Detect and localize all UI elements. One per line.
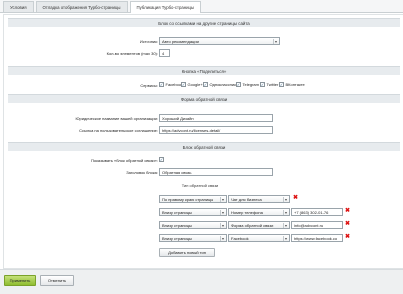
feedback-row-4-type[interactable]: Facebook ▼: [228, 234, 290, 242]
section-header-share: Кнопка «Поделиться»: [8, 66, 400, 75]
chevron-down-icon: ▼: [283, 236, 288, 241]
show-block-label: Показывать «блок обратной связи»:: [90, 158, 158, 163]
section-header-links: Блок со ссылками на другие страницы сайт…: [8, 18, 400, 27]
delete-row-2-icon[interactable]: ✖: [345, 208, 350, 214]
block-header-label: Заголовок блока:: [126, 170, 158, 175]
chevron-down-icon: ▼: [283, 197, 288, 202]
share-item-vk[interactable]: ✓ ВКонтакте: [279, 82, 305, 87]
count-label: Кол-во элементов (max 30):: [106, 51, 158, 56]
org-name-label: Юридическое название вашей организации:: [75, 116, 158, 121]
section-header-feedback-form: Форма обратной связи: [8, 94, 400, 103]
apply-button[interactable]: Применить: [4, 275, 36, 286]
chevron-down-icon: ▼: [220, 210, 225, 215]
share-services-label: Сервисы:: [140, 83, 158, 88]
tab-debug-turbo[interactable]: Отладка отображения Турбо-страницы: [35, 1, 128, 12]
chevron-down-icon: ▼: [283, 223, 288, 228]
source-select-value: Авто рекомендации: [162, 38, 199, 44]
source-select[interactable]: Авто рекомендации ▼: [159, 37, 280, 45]
feedback-row-3-position[interactable]: Внизу страницы ▼: [159, 221, 227, 229]
feedback-row-2-type[interactable]: Номер телефона ▼: [228, 208, 290, 216]
add-feedback-type-button[interactable]: Добавить новый тип: [159, 248, 215, 257]
chevron-down-icon: ▼: [220, 197, 225, 202]
agreement-label: Ссылка на пользовательское соглашение:: [79, 128, 158, 133]
delete-row-3-icon[interactable]: ✖: [345, 221, 350, 227]
checkbox[interactable]: ✓: [279, 82, 284, 87]
tab-conditions[interactable]: Условия: [3, 1, 34, 12]
checkbox[interactable]: ✓: [236, 82, 241, 87]
share-item-twitter[interactable]: ✓ Twitter: [260, 82, 278, 87]
cancel-button[interactable]: Отменить: [40, 275, 74, 286]
chevron-down-icon: ▼: [273, 39, 278, 44]
settings-panel: Блок со ссылками на другие страницы сайт…: [3, 14, 403, 269]
source-label: Источник:: [139, 39, 158, 44]
section-header-feedback-block: Блок обратной связи: [8, 142, 400, 151]
feedback-row-1-position[interactable]: По правому краю страницы ▼: [159, 195, 227, 203]
count-input[interactable]: 4: [159, 49, 170, 57]
share-item-ok[interactable]: ✓ Одноклассники: [203, 82, 238, 87]
delete-row-1-icon[interactable]: ✖: [293, 195, 298, 201]
tab-publish-turbo[interactable]: Публикация Турбо-страницы: [129, 1, 202, 13]
chevron-down-icon: ▼: [283, 210, 288, 215]
feedback-row-4-value[interactable]: https://www.facebook.co: [291, 234, 343, 242]
checkbox[interactable]: ✓: [203, 82, 208, 87]
show-block-checkbox[interactable]: ✓: [159, 157, 164, 162]
feedback-row-4-position[interactable]: Внизу страницы ▼: [159, 234, 227, 242]
delete-row-4-icon[interactable]: ✖: [345, 234, 350, 240]
feedback-row-3-value[interactable]: info@advcont.ru: [291, 221, 343, 229]
chevron-down-icon: ▼: [220, 223, 225, 228]
block-header-input[interactable]: Обратная связь: [159, 168, 273, 176]
checkbox[interactable]: ✓: [159, 82, 164, 87]
footer-bar: Применить Отменить: [0, 269, 403, 294]
checkbox[interactable]: ✓: [260, 82, 265, 87]
chevron-down-icon: ▼: [220, 236, 225, 241]
agreement-input[interactable]: https://advcont.ru/licenses-detail/: [159, 126, 273, 134]
feedback-types-label: Тип обратной связи: [181, 183, 219, 188]
feedback-row-3-type[interactable]: Форма обратной связи ▼: [228, 221, 290, 229]
share-item-telegram[interactable]: ✓ Telegram: [236, 82, 259, 87]
share-item-google[interactable]: ✓ Google+: [181, 82, 203, 87]
feedback-row-2-position[interactable]: Внизу страницы ▼: [159, 208, 227, 216]
tab-bar: Условия Отладка отображения Турбо-страни…: [0, 0, 403, 13]
feedback-row-2-value[interactable]: +7 (863) 302-01-76: [291, 208, 343, 216]
checkbox[interactable]: ✓: [181, 82, 186, 87]
share-item-facebook[interactable]: ✓ Facebook: [159, 82, 183, 87]
feedback-row-1-type[interactable]: Чат для бизнеса ▼: [228, 195, 290, 203]
org-name-input[interactable]: Хороший Дизайн: [159, 114, 273, 122]
